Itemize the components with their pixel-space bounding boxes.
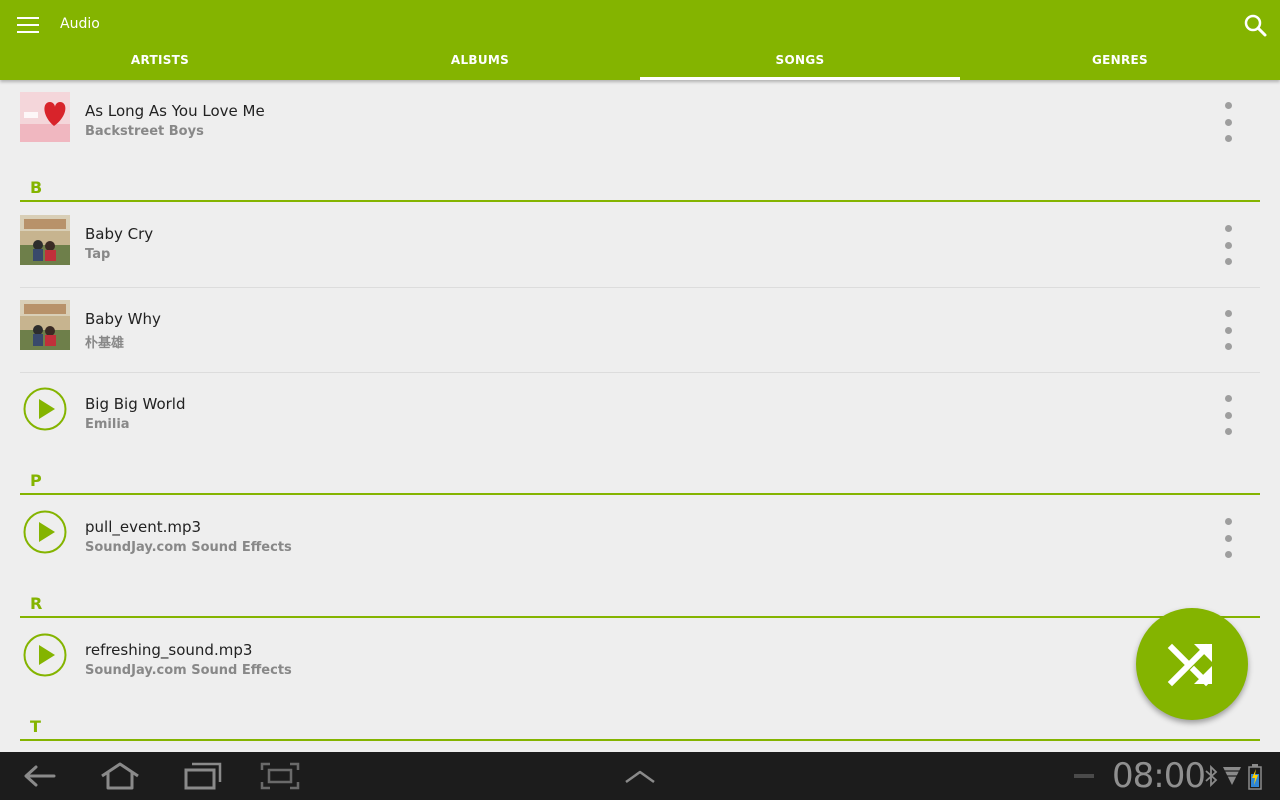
song-title: pull_event.mp3	[85, 518, 202, 536]
app-title: Audio	[60, 16, 100, 32]
section-header: B	[20, 178, 1260, 202]
album-art	[20, 215, 70, 265]
status-clock: 08:00	[1112, 756, 1206, 796]
overflow-menu-icon[interactable]	[1218, 308, 1238, 352]
song-title: refreshing_sound.mp3	[85, 641, 253, 659]
song-list: As Long As You Love Me Backstreet Boys B…	[0, 80, 1280, 752]
minimize-icon	[1074, 774, 1094, 778]
screenshot-icon[interactable]	[258, 760, 302, 792]
bluetooth-icon	[1205, 764, 1218, 788]
wifi-icon	[1223, 767, 1241, 785]
overflow-menu-icon[interactable]	[1218, 393, 1238, 437]
list-item[interactable]: pull_event.mp3 SoundJay.com Sound Effect…	[20, 496, 1260, 581]
section-letter: T	[30, 717, 41, 736]
back-icon[interactable]	[18, 760, 62, 792]
overflow-menu-icon[interactable]	[1218, 223, 1238, 267]
song-artist: Tap	[85, 247, 111, 262]
album-art	[20, 92, 70, 142]
chevron-up-icon[interactable]	[618, 760, 662, 792]
tab-albums[interactable]: ALBUMS	[320, 46, 640, 80]
song-artist: 朴基雄	[85, 336, 125, 351]
tab-songs[interactable]: SONGS	[640, 46, 960, 80]
home-icon[interactable]	[98, 760, 142, 792]
battery-icon	[1248, 764, 1262, 790]
overflow-menu-icon[interactable]	[1218, 516, 1238, 560]
tab-bar: ARTISTS ALBUMS SONGS GENRES	[0, 46, 1280, 80]
shuffle-button[interactable]	[1136, 608, 1248, 720]
list-item[interactable]: Big Big World Emilia	[20, 373, 1260, 458]
song-artist: Backstreet Boys	[85, 124, 204, 139]
song-artist: SoundJay.com Sound Effects	[85, 663, 292, 678]
section-header: R	[20, 594, 1260, 618]
list-item[interactable]: Baby Cry Tap	[20, 203, 1260, 288]
tab-artists[interactable]: ARTISTS	[0, 46, 320, 80]
album-art	[20, 300, 70, 350]
overflow-menu-icon[interactable]	[1218, 100, 1238, 144]
play-icon	[23, 510, 67, 554]
list-item[interactable]: As Long As You Love Me Backstreet Boys	[20, 80, 1260, 165]
song-artist: Emilia	[85, 417, 130, 432]
shuffle-icon	[1167, 643, 1212, 687]
list-item[interactable]: refreshing_sound.mp3 SoundJay.com Sound …	[20, 619, 1260, 704]
app-bar: Audio ARTISTS ALBUMS SONGS GENRES	[0, 0, 1280, 80]
section-header: P	[20, 471, 1260, 495]
recent-apps-icon[interactable]	[180, 760, 224, 792]
section-letter: R	[30, 594, 43, 613]
song-title: Baby Cry	[85, 225, 154, 243]
song-title: Big Big World	[85, 395, 186, 413]
section-letter: B	[30, 178, 43, 197]
song-title: As Long As You Love Me	[85, 102, 265, 120]
tab-genres[interactable]: GENRES	[960, 46, 1280, 80]
section-letter: P	[30, 471, 42, 490]
system-bar: 08:00	[0, 752, 1280, 800]
play-icon	[23, 387, 67, 431]
section-header: T	[20, 717, 1260, 741]
menu-icon[interactable]	[8, 6, 48, 44]
list-item[interactable]: Baby Why 朴基雄	[20, 288, 1260, 373]
search-icon[interactable]	[1240, 10, 1272, 42]
song-title: Baby Why	[85, 310, 161, 328]
song-artist: SoundJay.com Sound Effects	[85, 540, 292, 555]
play-icon	[23, 633, 67, 677]
